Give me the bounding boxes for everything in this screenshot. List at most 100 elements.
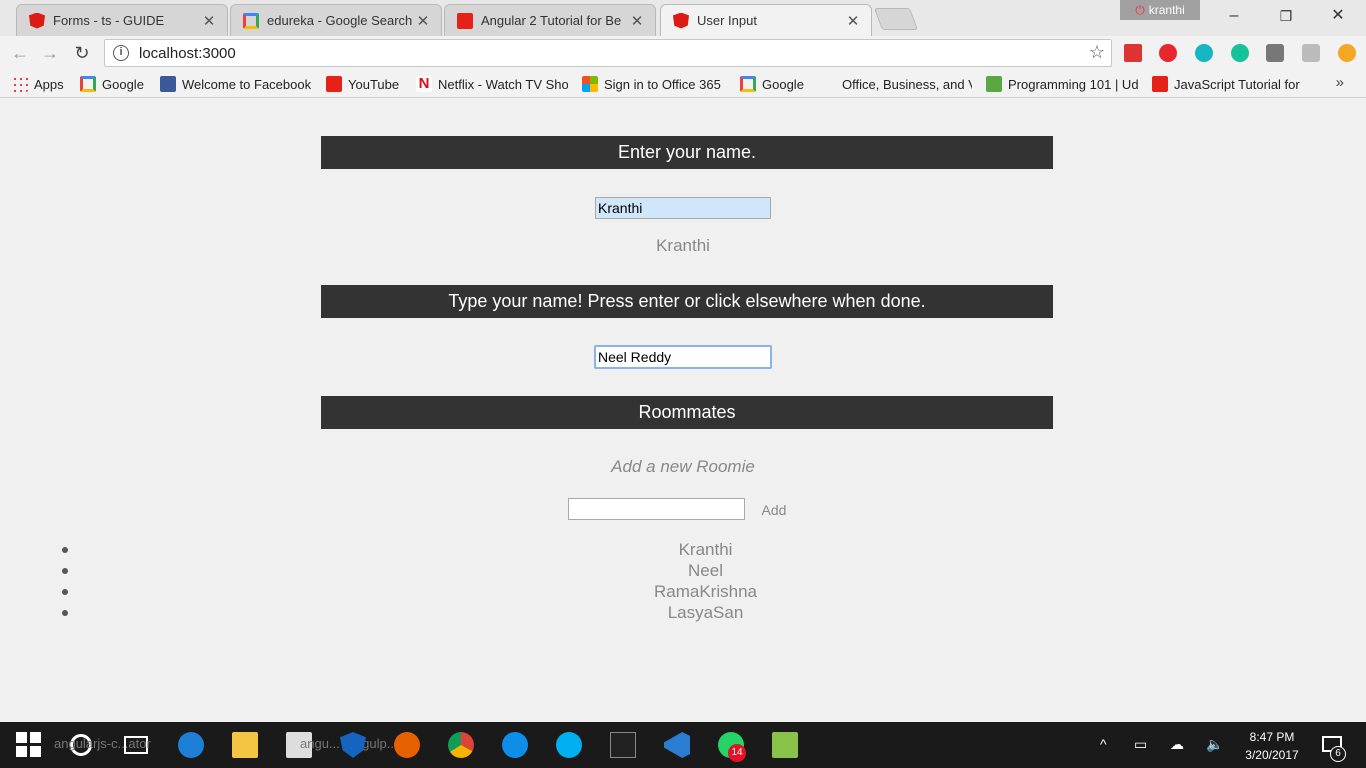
chrome-alert-icon[interactable] bbox=[1338, 44, 1356, 62]
list-item: Neel bbox=[0, 560, 1366, 581]
tab-forms-guide[interactable]: Forms - ts - GUIDE ✕ bbox=[16, 4, 228, 36]
reload-icon[interactable]: ↻ bbox=[70, 41, 94, 65]
command-prompt-icon[interactable] bbox=[610, 732, 636, 758]
chrome-icon[interactable] bbox=[448, 732, 474, 758]
skype-icon[interactable] bbox=[556, 732, 582, 758]
clock-time: 8:47 PM bbox=[1249, 730, 1295, 744]
bookmark-netflix[interactable]: N Netflix - Watch TV Sho bbox=[416, 75, 568, 93]
tab-close-icon[interactable]: ✕ bbox=[415, 12, 431, 30]
tab-angular-tutorial[interactable]: Angular 2 Tutorial for Be ✕ bbox=[444, 4, 656, 36]
minimize-button[interactable]: – bbox=[1214, 4, 1254, 28]
youtube-icon bbox=[457, 12, 473, 29]
onedrive-icon[interactable]: ☁ bbox=[1170, 736, 1184, 753]
youtube-icon bbox=[326, 76, 342, 92]
whatsapp-badge: 14 bbox=[728, 744, 746, 762]
bookmark-label: JavaScript Tutorial for bbox=[1174, 76, 1300, 92]
udemy-icon bbox=[986, 76, 1002, 92]
bookmarks-overflow-icon[interactable]: » bbox=[1336, 74, 1344, 91]
youtube-icon bbox=[1152, 76, 1168, 92]
taskbar-window-title: angularjs-c...ator bbox=[54, 736, 151, 751]
google-icon bbox=[740, 76, 756, 92]
bookmark-label: Google bbox=[762, 76, 804, 92]
file-explorer-icon[interactable] bbox=[232, 732, 258, 758]
tab-close-icon[interactable]: ✕ bbox=[201, 12, 217, 30]
bookmark-facebook[interactable]: Welcome to Facebook bbox=[160, 75, 312, 93]
angular-icon bbox=[673, 12, 689, 29]
tab-close-icon[interactable]: ✕ bbox=[629, 12, 645, 30]
add-button[interactable]: Add bbox=[752, 499, 796, 521]
vscode-icon[interactable] bbox=[664, 732, 690, 758]
extension-puzzle-icon[interactable] bbox=[1302, 44, 1320, 62]
windows-taskbar: angularjs-c...ator angu... -angulp... ^ … bbox=[0, 722, 1366, 768]
maximize-button[interactable]: ❐ bbox=[1266, 4, 1306, 28]
forward-icon[interactable]: → bbox=[38, 41, 62, 65]
bookmark-apps[interactable]: Apps bbox=[12, 75, 72, 93]
new-tab-button[interactable] bbox=[873, 8, 919, 30]
google-icon bbox=[243, 12, 259, 29]
bullet-icon bbox=[62, 568, 68, 574]
blank-icon bbox=[820, 76, 836, 92]
extension-grammarly-icon[interactable] bbox=[1195, 44, 1213, 62]
bookmark-label: Google bbox=[102, 76, 144, 92]
extension-bookmark-icon[interactable] bbox=[1124, 44, 1142, 62]
bookmark-label: YouTube bbox=[348, 76, 400, 92]
name-enter-input[interactable] bbox=[594, 345, 772, 369]
roommate-name: LasyaSan bbox=[667, 603, 744, 622]
list-item: Kranthi bbox=[0, 539, 1366, 560]
facebook-icon bbox=[160, 76, 176, 92]
extension-grammarly-green-icon[interactable] bbox=[1231, 44, 1249, 62]
notification-count: 6 bbox=[1330, 746, 1346, 762]
firefox-icon[interactable] bbox=[394, 732, 420, 758]
tab-title: edureka - Google Search bbox=[267, 13, 413, 28]
bookmark-youtube[interactable]: YouTube bbox=[326, 75, 406, 93]
name-echo-text: Kranthi bbox=[656, 236, 710, 255]
teamviewer-icon[interactable] bbox=[502, 732, 528, 758]
back-icon[interactable]: ← bbox=[8, 41, 32, 65]
bookmark-label: Apps bbox=[34, 76, 64, 92]
profile-badge[interactable]: ⏻ kranthi bbox=[1120, 0, 1200, 20]
image-editor-icon[interactable] bbox=[772, 732, 798, 758]
roommate-name: RamaKrishna bbox=[654, 582, 757, 601]
info-icon[interactable]: i bbox=[113, 45, 129, 61]
google-icon bbox=[80, 76, 96, 92]
extension-wifi-icon[interactable] bbox=[1266, 44, 1284, 62]
volume-icon[interactable]: 🔈 bbox=[1206, 736, 1223, 753]
bookmarks-bar: Apps Google Welcome to Facebook YouTube … bbox=[0, 70, 1366, 98]
profile-icon: ⏻ bbox=[1135, 2, 1145, 17]
close-button[interactable]: ✕ bbox=[1318, 4, 1358, 28]
apps-icon bbox=[12, 76, 28, 92]
windows-start-icon[interactable] bbox=[16, 732, 41, 757]
add-roomie-input[interactable] bbox=[568, 498, 745, 520]
name-input[interactable] bbox=[595, 197, 771, 219]
bookmark-office-business[interactable]: Office, Business, and V bbox=[820, 75, 972, 93]
roommates-list: Kranthi Neel RamaKrishna LasyaSan bbox=[0, 539, 1366, 623]
section-header-enter-name: Enter your name. bbox=[321, 136, 1053, 169]
address-text: localhost:3000 bbox=[139, 44, 236, 62]
bookmark-label: Welcome to Facebook bbox=[182, 76, 312, 92]
bookmark-google[interactable]: Google bbox=[80, 75, 152, 93]
bookmark-label: Sign in to Office 365 bbox=[604, 76, 721, 92]
tab-user-input[interactable]: User Input ✕ bbox=[660, 4, 872, 36]
tab-edureka-search[interactable]: edureka - Google Search ✕ bbox=[230, 4, 442, 36]
bookmark-google-2[interactable]: Google bbox=[740, 75, 812, 93]
section-header-roommates: Roommates bbox=[321, 396, 1053, 429]
tab-title: User Input bbox=[697, 13, 757, 28]
defender-shield-icon[interactable] bbox=[340, 732, 366, 758]
bookmark-javascript-tutorial[interactable]: JavaScript Tutorial for bbox=[1152, 75, 1304, 93]
bookmark-star-icon[interactable]: ☆ bbox=[1089, 42, 1105, 63]
extension-opera-icon[interactable] bbox=[1159, 44, 1177, 62]
list-item: RamaKrishna bbox=[0, 581, 1366, 602]
address-bar[interactable]: i localhost:3000 ☆ bbox=[104, 39, 1112, 67]
show-hidden-icons-icon[interactable]: ^ bbox=[1100, 736, 1107, 752]
netflix-icon: N bbox=[416, 76, 432, 92]
battery-icon[interactable]: ▭ bbox=[1134, 736, 1147, 753]
page-content: Enter your name. Kranthi Type your name!… bbox=[0, 99, 1366, 722]
bookmark-programming-101[interactable]: Programming 101 | Ud bbox=[986, 75, 1138, 93]
bullet-icon bbox=[62, 589, 68, 595]
angular-icon bbox=[29, 12, 45, 29]
bookmark-office365[interactable]: Sign in to Office 365 bbox=[582, 75, 728, 93]
edge-icon[interactable] bbox=[178, 732, 204, 758]
system-clock[interactable]: 8:47 PM 3/20/2017 bbox=[1240, 728, 1304, 764]
bookmark-label: Netflix - Watch TV Sho bbox=[438, 76, 568, 92]
tab-close-icon[interactable]: ✕ bbox=[845, 12, 861, 30]
